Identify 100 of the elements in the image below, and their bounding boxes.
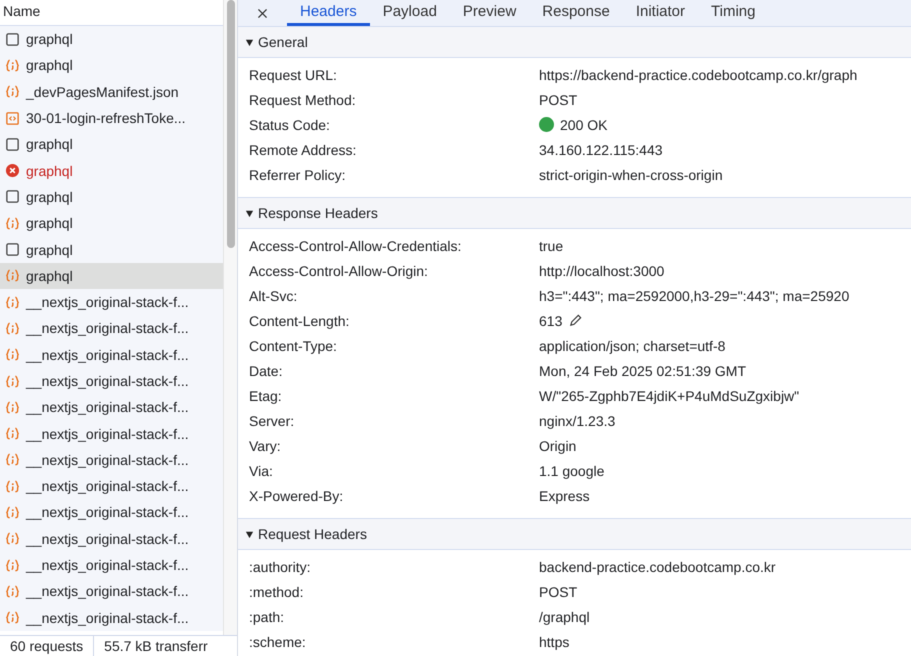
- header-name: Via:: [248, 462, 274, 478]
- request-row[interactable]: __nextjs_original-stack-f...: [0, 315, 223, 342]
- triangle-icon: [245, 208, 254, 218]
- header-name: Etag:: [248, 388, 283, 404]
- header-value: Mon, 24 Feb 2025 02:51:39 GMT: [539, 362, 746, 378]
- request-row[interactable]: __nextjs_original-stack-f...: [0, 368, 223, 394]
- request-row[interactable]: __nextjs_original-stack-f...: [0, 578, 223, 605]
- header-value: 613: [539, 312, 562, 328]
- request-row[interactable]: __nextjs_original-stack-f...: [0, 499, 223, 526]
- braces-icon: [5, 294, 20, 310]
- triangle-icon: [245, 530, 254, 538]
- request-row[interactable]: __nextjs_original-stack-f...: [0, 288, 223, 316]
- request-row[interactable]: __nextjs_original-stack-f...: [0, 526, 223, 552]
- tab[interactable]: Initiator: [622, 0, 698, 26]
- braces-icon: [5, 558, 20, 573]
- close-icon: [256, 6, 269, 20]
- header-name: Request Method:: [248, 92, 357, 108]
- braces-icon: [5, 531, 20, 546]
- request-row[interactable]: __nextjs_original-stack-f...: [0, 446, 223, 474]
- braces-icon: [5, 84, 20, 100]
- header-value: 200 OK: [560, 116, 608, 132]
- document-icon: [5, 242, 20, 258]
- header-value: Origin: [539, 438, 576, 454]
- request-row[interactable]: __nextjs_original-stack-f...: [0, 552, 223, 578]
- braces-icon: [5, 347, 20, 362]
- scrollbar-thumb[interactable]: [227, 0, 235, 248]
- header-name: Server:: [248, 412, 296, 428]
- header-name: Access-Control-Allow-Origin:: [248, 262, 429, 278]
- header-name: Content-Type:: [248, 338, 338, 354]
- tab[interactable]: Preview: [450, 0, 530, 26]
- header-value: POST: [539, 92, 578, 108]
- tab[interactable]: Payload: [370, 0, 450, 26]
- header-name: :method:: [248, 584, 304, 600]
- request-row[interactable]: graphql: [0, 184, 223, 210]
- header-name: Date:: [248, 362, 284, 378]
- header-value: nginx/1.23.3: [539, 412, 616, 428]
- request-row[interactable]: graphql: [0, 52, 223, 79]
- header-value: http://localhost:3000: [539, 262, 664, 278]
- request-row[interactable]: graphql: [0, 236, 223, 263]
- braces-icon: [5, 478, 20, 494]
- header-value: true: [539, 238, 564, 254]
- section-header[interactable]: General: [238, 27, 911, 58]
- document-icon: [5, 189, 20, 204]
- header-name: Alt-Svc:: [248, 288, 298, 304]
- braces-icon: [5, 58, 20, 73]
- header-name: Remote Address:: [248, 142, 358, 158]
- tab[interactable]: Response: [529, 0, 623, 26]
- header-value: strict-origin-when-cross-origin: [539, 166, 723, 182]
- header-name: Vary:: [248, 438, 282, 454]
- header-name: Status Code:: [248, 116, 331, 132]
- header-name: :scheme:: [248, 634, 307, 650]
- header-value: 34.160.122.115:443: [539, 142, 663, 158]
- header-name: Access-Control-Allow-Credentials:: [248, 238, 462, 254]
- braces-icon: [5, 374, 20, 388]
- triangle-icon: [245, 38, 254, 46]
- braces-icon: [5, 268, 20, 284]
- header-name: :authority:: [248, 558, 312, 574]
- request-row[interactable]: __nextjs_original-stack-f...: [0, 420, 223, 447]
- braces-icon: [5, 504, 20, 520]
- request-row[interactable]: 30-01-login-refreshToke...: [0, 104, 223, 132]
- header-value: POST: [539, 584, 578, 600]
- request-row[interactable]: __nextjs_original-stack-f...: [0, 473, 223, 500]
- braces-icon: [5, 426, 20, 442]
- request-row[interactable]: __nextjs_original-stack-f...: [0, 394, 223, 420]
- section-header[interactable]: Request Headers: [238, 519, 911, 550]
- braces-icon: [5, 584, 20, 599]
- header-value: 1.1 google: [539, 462, 604, 478]
- header-value: Express: [539, 488, 590, 504]
- error-icon: [5, 163, 20, 178]
- request-row[interactable]: graphql: [0, 26, 223, 52]
- braces-icon: [5, 610, 20, 626]
- request-row[interactable]: graphql: [0, 262, 223, 289]
- request-row[interactable]: graphql: [0, 131, 223, 158]
- header-name: X-Powered-By:: [248, 488, 344, 504]
- request-row[interactable]: graphql: [0, 157, 223, 184]
- status-text: 55.7 kB transferr: [93, 636, 218, 656]
- code-file-icon: [5, 110, 20, 126]
- request-row[interactable]: _devPagesManifest.json: [0, 78, 223, 105]
- request-row[interactable]: __nextjs_original-stack-f...: [0, 342, 223, 368]
- header-value: https: [539, 634, 570, 650]
- header-value: backend-practice.codebootcamp.co.kr: [539, 558, 776, 574]
- header-value: https://backend-practice.codebootcamp.co.kr/graph: [539, 66, 858, 82]
- header-name: :path:: [248, 608, 286, 624]
- section-header[interactable]: Response Headers: [238, 198, 911, 229]
- status-text: 60 requests: [9, 637, 84, 656]
- header-name: Request URL:: [248, 66, 338, 82]
- braces-icon: [5, 216, 20, 231]
- tab[interactable]: Timing: [698, 0, 768, 26]
- braces-icon: [5, 320, 20, 336]
- braces-icon: [5, 452, 20, 468]
- header-value: application/json; charset=utf-8: [539, 338, 726, 354]
- header-name: Referrer Policy:: [248, 166, 346, 182]
- header-value: W/"265-Zgphb7E4jdiK+P4uMdSuZgxibjw": [539, 388, 800, 404]
- braces-icon: [5, 400, 20, 415]
- request-row[interactable]: __nextjs_original-stack-f...: [0, 604, 223, 631]
- document-icon: [5, 136, 20, 152]
- request-row[interactable]: graphql: [0, 210, 223, 236]
- header-value: h3=":443"; ma=2592000,h3-29=":443"; ma=25920: [539, 288, 850, 304]
- header-name: Content-Length:: [248, 312, 350, 328]
- header-value: /graphql: [539, 608, 590, 624]
